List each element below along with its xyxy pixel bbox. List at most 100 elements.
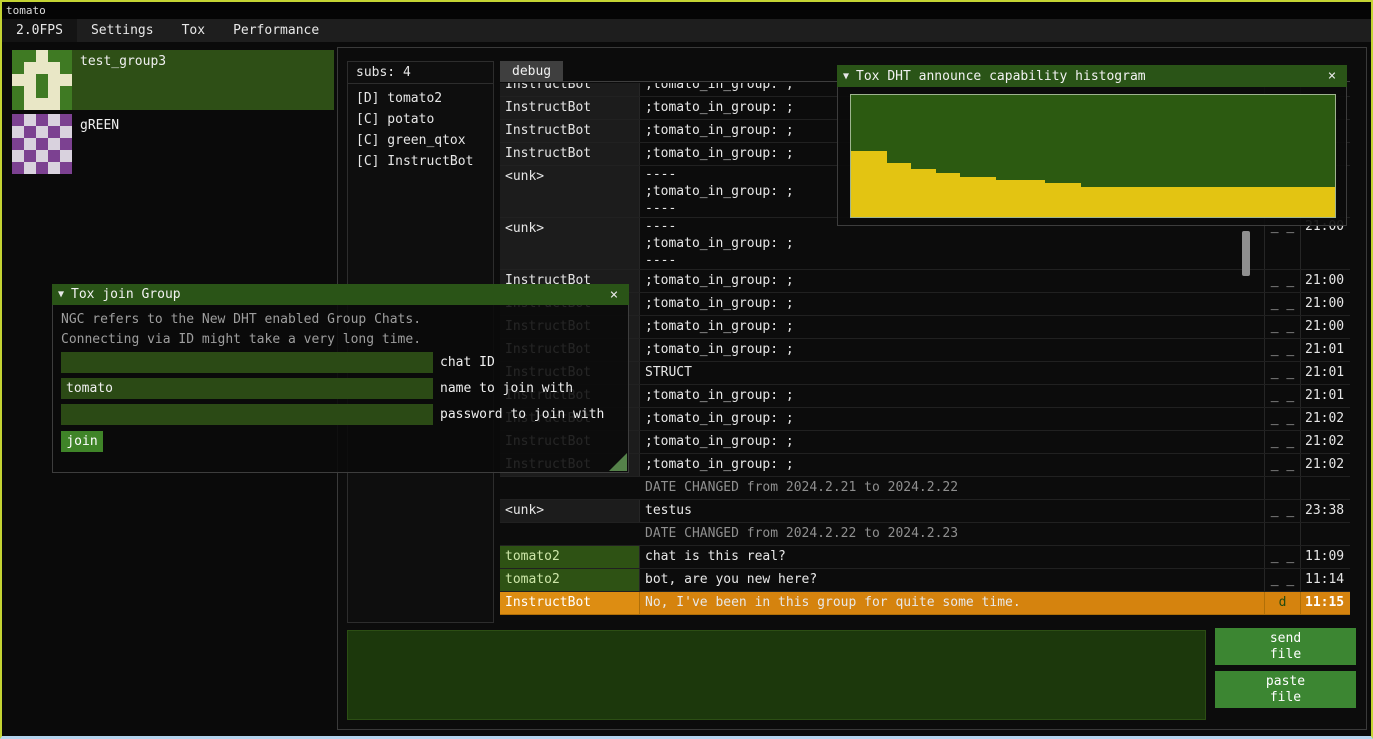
histogram-bar — [1081, 187, 1093, 218]
message-time: 11:15 — [1300, 592, 1350, 614]
message-sender: InstructBot — [500, 143, 640, 165]
message-row[interactable]: <unk>testus_ _23:38 — [500, 500, 1350, 523]
collapse-arrow-icon[interactable]: ▼ — [58, 289, 64, 300]
message-sender: <unk> — [500, 166, 640, 217]
menu-item-performance[interactable]: Performance — [219, 19, 333, 42]
date-row: DATE CHANGED from 2024.2.22 to 2024.2.23 — [500, 523, 1350, 546]
avatar-cell — [60, 50, 72, 62]
field-label: name to join with — [440, 381, 573, 396]
message-time: 21:02 — [1300, 431, 1350, 453]
avatar-cell — [36, 114, 48, 126]
avatar-cell — [12, 162, 24, 174]
menu-bar: 2.0FPSSettingsToxPerformance — [2, 19, 1371, 42]
collapse-arrow-icon[interactable]: ▼ — [843, 71, 849, 82]
menu-item-tox[interactable]: Tox — [168, 19, 219, 42]
group-row[interactable]: test_group3 — [12, 50, 334, 110]
date-row: DATE CHANGED from 2024.2.21 to 2024.2.22 — [500, 477, 1350, 500]
field-label: password to join with — [440, 407, 604, 422]
histogram-bar — [972, 177, 984, 217]
paste-file-button[interactable]: paste file — [1215, 671, 1356, 708]
avatar-cell — [48, 86, 60, 98]
message-row[interactable]: InstructBotNo, I've been in this group f… — [500, 592, 1350, 615]
app-window: tomato 2.0FPSSettingsToxPerformance test… — [0, 0, 1373, 739]
group-sidebar: test_group3gREEN — [12, 50, 334, 178]
message-status: d — [1264, 592, 1300, 614]
message-status: _ _ — [1264, 546, 1300, 568]
histogram-window-title-bar[interactable]: ▼ Tox DHT announce capability histogram … — [837, 65, 1347, 87]
histogram-bar — [1069, 183, 1081, 217]
message-status: _ _ — [1264, 431, 1300, 453]
join-window-title-bar[interactable]: ▼ Tox join Group × — [52, 284, 629, 305]
subs-list: [D] tomato2[C] potato[C] green_qtox[C] I… — [348, 84, 493, 172]
histogram-bar — [899, 163, 911, 217]
message-text: testus — [640, 500, 1264, 522]
histogram-bar — [863, 151, 875, 217]
message-row[interactable]: tomato2chat is this real?_ _11:09 — [500, 546, 1350, 569]
avatar-cell — [60, 98, 72, 110]
avatar-cell — [24, 74, 36, 86]
message-time: 11:14 — [1300, 569, 1350, 591]
message-text: ;tomato_in_group: ; — [640, 385, 1264, 407]
avatar-cell — [48, 74, 60, 86]
join-info-line-1: NGC refers to the New DHT enabled Group … — [61, 312, 421, 327]
avatar-cell — [36, 138, 48, 150]
chat-id-input[interactable] — [61, 352, 433, 373]
message-time: 21:00 — [1300, 316, 1350, 338]
menu-item-2.0fps: 2.0FPS — [2, 19, 77, 42]
avatar-cell — [12, 114, 24, 126]
message-input[interactable] — [347, 630, 1206, 720]
tab-debug[interactable]: debug — [500, 61, 563, 82]
group-name: test_group3 — [72, 50, 334, 110]
message-time: 21:02 — [1300, 454, 1350, 476]
avatar-cell — [60, 138, 72, 150]
message-row[interactable]: tomato2bot, are you new here?_ _11:14 — [500, 569, 1350, 592]
resize-grip[interactable] — [609, 453, 627, 471]
avatar-cell — [12, 150, 24, 162]
message-sender — [500, 477, 640, 499]
avatar-cell — [24, 50, 36, 62]
histogram-bar — [1190, 187, 1202, 218]
message-status: _ _ — [1264, 454, 1300, 476]
send-file-button[interactable]: send file — [1215, 628, 1356, 665]
histogram-bar — [1262, 187, 1274, 218]
avatar-cell — [36, 62, 48, 74]
menu-item-settings[interactable]: Settings — [77, 19, 168, 42]
subs-item[interactable]: [C] potato — [348, 109, 493, 130]
title-bar: tomato — [2, 2, 1371, 19]
histogram-bar — [1153, 187, 1165, 218]
join-info-line-2: Connecting via ID might take a very long… — [61, 332, 421, 347]
avatar-cell — [12, 74, 24, 86]
subs-header: subs: 4 — [348, 62, 493, 84]
message-time: 21:00 — [1300, 293, 1350, 315]
avatar-cell — [60, 74, 72, 86]
histogram-bar — [1008, 180, 1020, 217]
close-icon[interactable]: × — [1323, 68, 1341, 84]
message-sender: InstructBot — [500, 97, 640, 119]
join-button[interactable]: join — [61, 431, 103, 452]
subs-item[interactable]: [C] InstructBot — [348, 151, 493, 172]
password-input[interactable] — [61, 404, 433, 425]
chat-scrollbar-thumb[interactable] — [1242, 231, 1250, 276]
avatar-cell — [48, 126, 60, 138]
message-time: 21:01 — [1300, 385, 1350, 407]
histogram-bar — [936, 173, 948, 217]
histogram-bar — [924, 169, 936, 217]
message-status: _ _ — [1264, 270, 1300, 292]
message-text: ;tomato_in_group: ; — [640, 431, 1264, 453]
group-row[interactable]: gREEN — [12, 114, 334, 174]
name-input[interactable] — [61, 378, 433, 399]
subs-item[interactable]: [D] tomato2 — [348, 88, 493, 109]
avatar-cell — [12, 98, 24, 110]
histogram-bar — [1202, 187, 1214, 218]
subs-item[interactable]: [C] green_qtox — [348, 130, 493, 151]
avatar-cell — [24, 162, 36, 174]
message-text: ;tomato_in_group: ; — [640, 293, 1264, 315]
avatar-cell — [60, 162, 72, 174]
avatar-cell — [60, 86, 72, 98]
histogram-bar — [1274, 187, 1286, 218]
message-status — [1264, 477, 1300, 499]
histogram-bar — [1238, 187, 1250, 218]
avatar-cell — [36, 50, 48, 62]
close-icon[interactable]: × — [605, 287, 623, 303]
histogram-bar — [1298, 187, 1310, 218]
